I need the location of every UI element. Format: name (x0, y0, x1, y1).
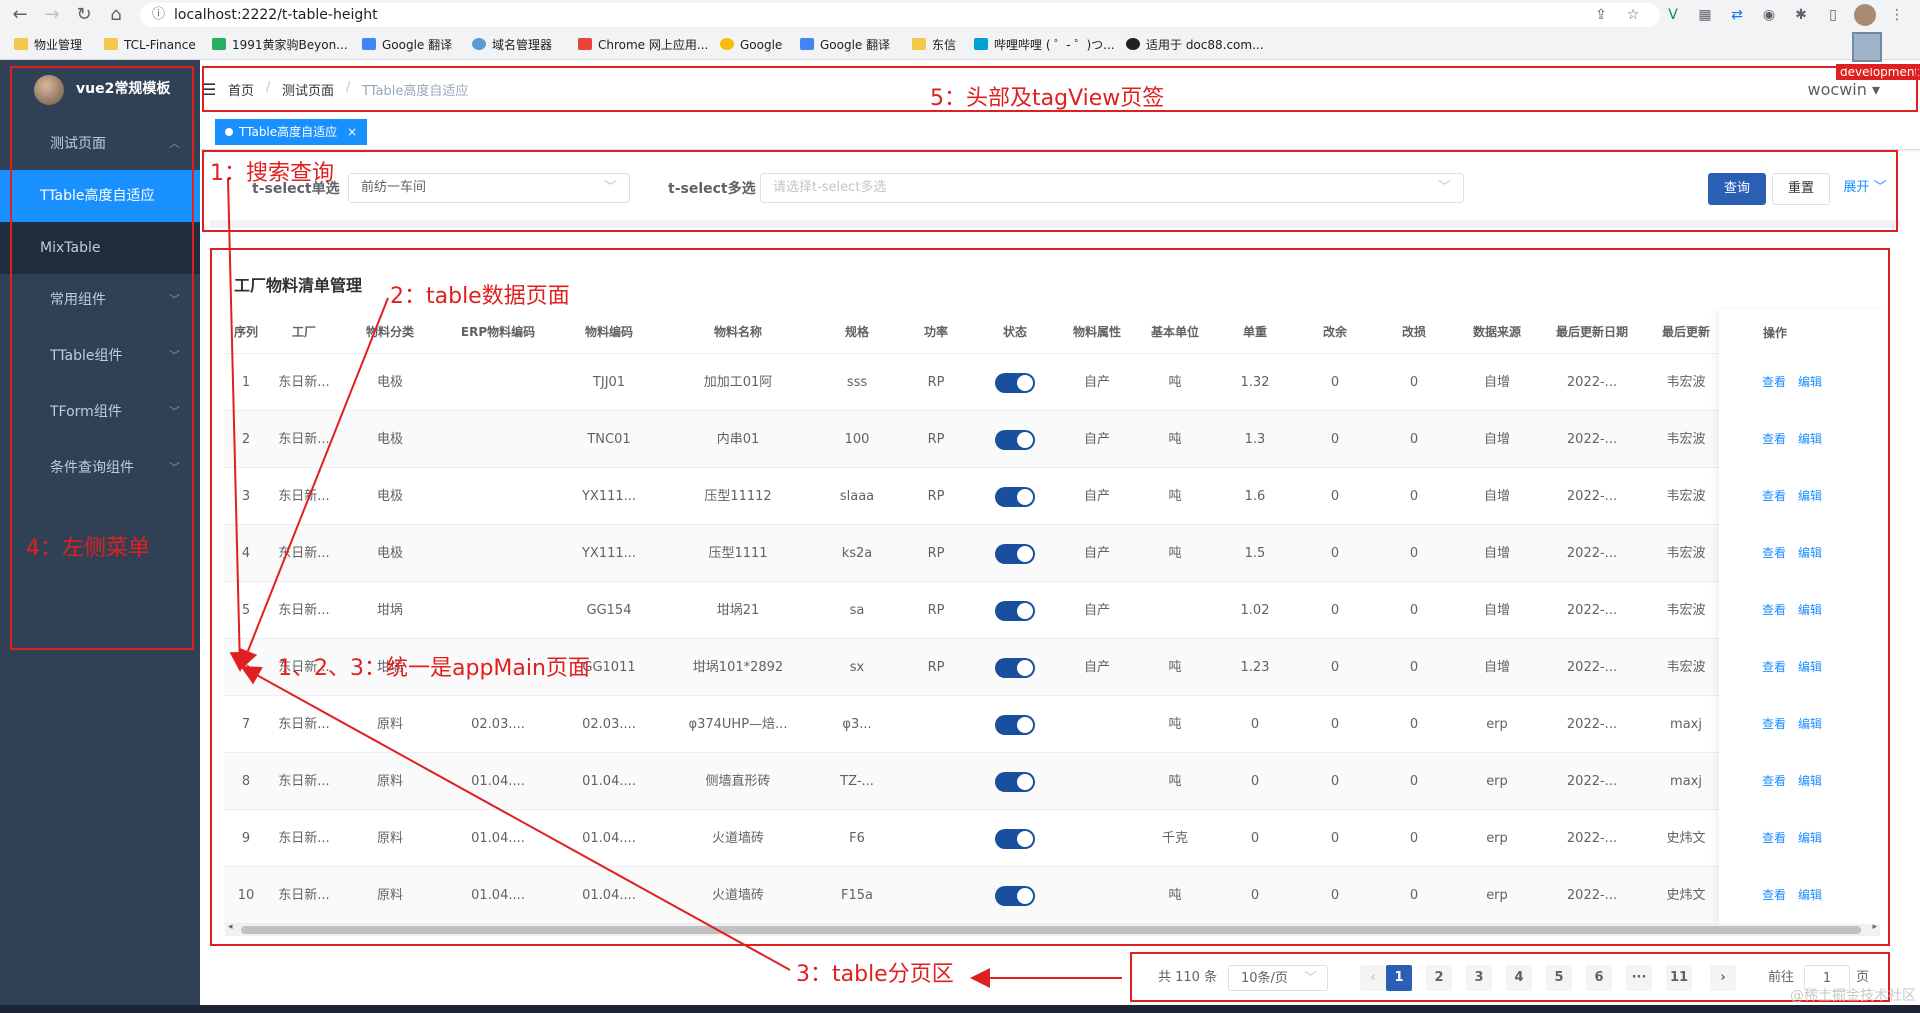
bookmark[interactable]: 1991黄家驹Beyon... (212, 36, 348, 54)
bookmark[interactable]: Google 翻译 (362, 36, 452, 54)
forward-icon[interactable]: → (40, 3, 64, 27)
annotation-label-1: 1：搜索查询 (210, 161, 334, 186)
watermark: @稀土掘金技术社区 (1790, 988, 1916, 1004)
tags-view: TTable高度自适应 × (200, 116, 1920, 150)
profile-avatar[interactable] (1854, 4, 1876, 26)
bookmark[interactable]: 东信 (912, 36, 956, 54)
close-icon[interactable]: × (347, 125, 357, 139)
annotation-label-2: 2：table数据页面 (390, 284, 570, 309)
url-text: localhost:2222/t-table-height (174, 7, 378, 23)
bookmark[interactable]: 适用于 doc88.com... (1126, 36, 1264, 54)
home-icon[interactable]: ⌂ (104, 3, 128, 27)
extension-grid-icon[interactable]: ▦ (1694, 4, 1716, 26)
extension-sync-icon[interactable]: ⇄ (1726, 4, 1748, 26)
annotation-label-3: 3：table分页区 (796, 962, 954, 987)
annotation-box-table (210, 248, 1890, 946)
puzzle-icon[interactable]: ✱ (1790, 4, 1812, 26)
address-bar[interactable]: ⓘ localhost:2222/t-table-height (140, 3, 1660, 27)
bookmark[interactable]: 物业管理 (14, 36, 82, 54)
dot-icon (225, 128, 233, 136)
tag-active[interactable]: TTable高度自适应 × (215, 119, 368, 145)
menu-dots-icon[interactable]: ⋮ (1886, 4, 1908, 26)
annotation-label-5: 5：头部及tagView页签 (930, 86, 1165, 111)
domain-icon (472, 38, 486, 50)
bookmark[interactable]: Chrome 网上应用... (578, 36, 708, 54)
doc88-icon (1126, 38, 1140, 50)
annotation-label-6: 1、2、3：统一是appMain页面 (278, 656, 590, 681)
bookmark[interactable]: 哔哩哔哩 ( ゜- ゜)つ... (974, 36, 1115, 54)
translate-icon (362, 38, 376, 50)
translate-icon (800, 38, 814, 50)
folder-icon (912, 38, 926, 50)
annotation-box-search (202, 150, 1898, 232)
bookmark[interactable]: 域名管理器 (472, 36, 552, 54)
reload-icon[interactable]: ↻ (72, 3, 96, 27)
page-icon (212, 38, 226, 50)
sidepanel-icon[interactable]: ▯ (1822, 4, 1844, 26)
google-icon (720, 38, 734, 50)
extension-v-icon[interactable]: V (1662, 4, 1684, 26)
back-icon[interactable]: ← (8, 3, 32, 27)
site-info-icon[interactable]: ⓘ (152, 3, 165, 27)
bookmark[interactable]: Google (720, 36, 782, 54)
extension-compass-icon[interactable]: ◉ (1758, 4, 1780, 26)
browser-chrome: ← → ↻ ⌂ ⓘ localhost:2222/t-table-height … (0, 0, 1920, 60)
folder-icon (104, 38, 118, 50)
annotation-label-4: 4：左侧菜单 (26, 536, 150, 561)
bookmarks-bar: 物业管理 TCL-Finance 1991黄家驹Beyon... Google … (0, 32, 1920, 58)
bookmark[interactable]: TCL-Finance (104, 36, 196, 54)
browser-nav-row: ← → ↻ ⌂ ⓘ localhost:2222/t-table-height … (0, 0, 1920, 30)
folder-icon (14, 38, 28, 50)
os-taskbar (0, 1005, 1920, 1013)
bilibili-icon (974, 38, 988, 50)
share-icon[interactable]: ⇪ (1590, 4, 1612, 26)
chrome-store-icon (578, 38, 592, 50)
dev-logo-image (1852, 32, 1882, 62)
star-icon[interactable]: ☆ (1622, 4, 1644, 26)
annotation-box-sidebar (10, 66, 194, 650)
bookmark[interactable]: Google 翻译 (800, 36, 890, 54)
annotation-box-pager (1130, 952, 1890, 1002)
